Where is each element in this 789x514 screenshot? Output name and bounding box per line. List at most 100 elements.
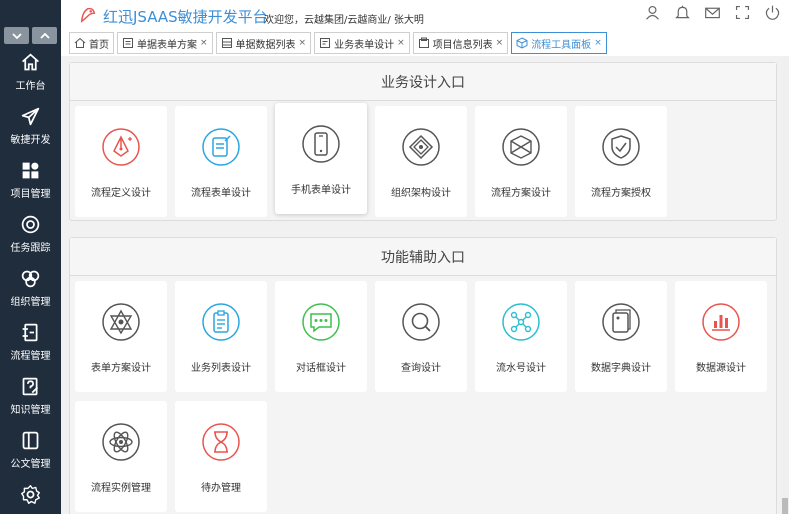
sidebar-item-agile-dev[interactable]: 敏捷开发	[0, 106, 61, 156]
tab-bar: 首页 单据表单方案 × 单据数据列表 × 业务表单设计 × 项目信息列表 × 流…	[61, 30, 789, 56]
card-label: 组织架构设计	[391, 188, 451, 199]
tab-close-button[interactable]: ×	[299, 38, 307, 48]
panel-title: 业务设计入口	[70, 63, 776, 101]
tab-flow-tools[interactable]: 流程工具面板 ×	[511, 32, 607, 54]
bar-chart-icon	[702, 303, 740, 341]
tab-label: 首页	[89, 39, 109, 51]
paper-plane-icon	[21, 107, 40, 126]
flow-icon	[22, 323, 38, 342]
sidebar-item-label: 公文管理	[10, 459, 51, 470]
shield-check-icon	[602, 128, 640, 166]
tab-label: 单据数据列表	[235, 39, 296, 51]
tab-close-button[interactable]: ×	[594, 38, 602, 48]
card-flow-form[interactable]: 流程表单设计	[175, 106, 267, 217]
card-label: 流程方案设计	[491, 188, 551, 199]
sidebar-item-label: 任务跟踪	[10, 243, 51, 254]
card-flow-instance[interactable]: 流程实例管理	[75, 401, 167, 512]
clipboard-icon	[202, 303, 240, 341]
top-header: 红迅JSAAS敏捷开发平台 欢迎您，云越集团/云越商业/ 张大明	[61, 0, 789, 30]
card-query[interactable]: 查询设计	[375, 281, 467, 392]
tab-close-button[interactable]: ×	[397, 38, 405, 48]
search-icon	[402, 303, 440, 341]
tab-project-list[interactable]: 项目信息列表 ×	[412, 32, 509, 54]
function-aux-panel: 功能辅助入口 表单方案设计 业务列表设计 对话框设计 查询设计 流水号设计 数据…	[69, 237, 777, 514]
card-label: 流水号设计	[496, 363, 546, 374]
sidebar-item-workbench[interactable]: 工作台	[0, 52, 61, 102]
sidebar-item-label: 项目管理	[10, 189, 51, 200]
fullscreen-icon	[735, 5, 750, 20]
card-label: 流程方案授权	[591, 188, 651, 199]
notification-button[interactable]	[674, 4, 691, 21]
document-icon	[22, 431, 39, 450]
card-flow-scheme[interactable]: 流程方案设计	[475, 106, 567, 217]
collapse-up-button[interactable]	[32, 27, 57, 44]
mobile-icon	[302, 125, 340, 163]
chat-icon	[302, 303, 340, 341]
card-todo[interactable]: 待办管理	[175, 401, 267, 512]
sidebar-item-label: 敏捷开发	[10, 135, 51, 146]
card-label: 待办管理	[201, 483, 241, 494]
user-icon	[646, 5, 659, 20]
fullscreen-button[interactable]	[734, 4, 751, 21]
card-flow-definition[interactable]: 流程定义设计	[75, 106, 167, 217]
card-serial-number[interactable]: 流水号设计	[475, 281, 567, 392]
sidebar-item-label: 工作台	[15, 81, 46, 92]
card-business-list[interactable]: 业务列表设计	[175, 281, 267, 392]
chevron-up-icon	[39, 32, 50, 39]
card-dialog[interactable]: 对话框设计	[275, 281, 367, 392]
form-icon	[123, 38, 133, 48]
home-icon	[22, 53, 39, 71]
logout-button[interactable]	[764, 4, 781, 21]
card-data-source[interactable]: 数据源设计	[675, 281, 767, 392]
pen-nib-icon	[102, 128, 140, 166]
tab-close-button[interactable]: ×	[496, 38, 504, 48]
app-logo-icon	[80, 7, 96, 23]
home-icon	[74, 37, 86, 48]
grid-icon	[22, 162, 39, 179]
tab-label: 业务表单设计	[334, 39, 395, 51]
tab-form-scheme[interactable]: 单据表单方案 ×	[117, 32, 213, 54]
tab-data-list[interactable]: 单据数据列表 ×	[215, 32, 312, 54]
content-area: 业务设计入口 流程定义设计 流程表单设计 手机表单设计 组织架构设计 流程方案设…	[61, 56, 789, 514]
network-icon	[502, 303, 540, 341]
card-form-scheme[interactable]: 表单方案设计	[75, 281, 167, 392]
card-label: 数据源设计	[696, 363, 746, 374]
user-button[interactable]	[644, 4, 661, 21]
vertical-scrollbar[interactable]	[781, 56, 789, 514]
card-label: 业务列表设计	[191, 363, 251, 374]
mail-button[interactable]	[704, 4, 721, 21]
list-icon	[221, 38, 232, 48]
sidebar-item-settings[interactable]	[0, 484, 61, 514]
sidebar-item-label: 知识管理	[10, 405, 51, 416]
sidebar-item-project[interactable]: 项目管理	[0, 160, 61, 210]
sidebar: 工作台 敏捷开发 项目管理 任务跟踪 组织管理 流程管理 知识管理 公文管理	[0, 0, 61, 514]
card-label: 查询设计	[401, 363, 441, 374]
tab-label: 单据表单方案	[137, 39, 197, 51]
sidebar-item-label: 流程管理	[10, 351, 51, 362]
card-label: 流程表单设计	[191, 188, 251, 199]
sidebar-item-flow[interactable]: 流程管理	[0, 322, 61, 372]
sidebar-item-org[interactable]: 组织管理	[0, 268, 61, 318]
atom-icon	[102, 423, 140, 461]
cube-icon	[516, 37, 528, 49]
sidebar-toggles	[4, 27, 57, 44]
card-flow-auth[interactable]: 流程方案授权	[575, 106, 667, 217]
sidebar-item-knowledge[interactable]: 知识管理	[0, 376, 61, 426]
collapse-down-button[interactable]	[4, 27, 29, 44]
tab-label: 项目信息列表	[432, 39, 493, 51]
scrollbar-thumb[interactable]	[782, 498, 788, 514]
tab-close-button[interactable]: ×	[200, 38, 208, 48]
card-mobile-form[interactable]: 手机表单设计	[275, 103, 367, 214]
tab-business-form[interactable]: 业务表单设计 ×	[314, 32, 410, 54]
form-edit-icon	[202, 128, 240, 166]
sidebar-item-document[interactable]: 公文管理	[0, 430, 61, 480]
sidebar-item-tasks[interactable]: 任务跟踪	[0, 214, 61, 264]
card-org-structure[interactable]: 组织架构设计	[375, 106, 467, 217]
tab-home[interactable]: 首页	[69, 32, 114, 54]
target-icon	[21, 215, 40, 234]
card-data-dictionary[interactable]: 数据字典设计	[575, 281, 667, 392]
sidebar-item-label: 组织管理	[10, 297, 51, 308]
welcome-text: 欢迎您，云越集团/云越商业/ 张大明	[264, 15, 424, 26]
org-structure-icon	[402, 128, 440, 166]
card-label: 流程实例管理	[91, 483, 151, 494]
